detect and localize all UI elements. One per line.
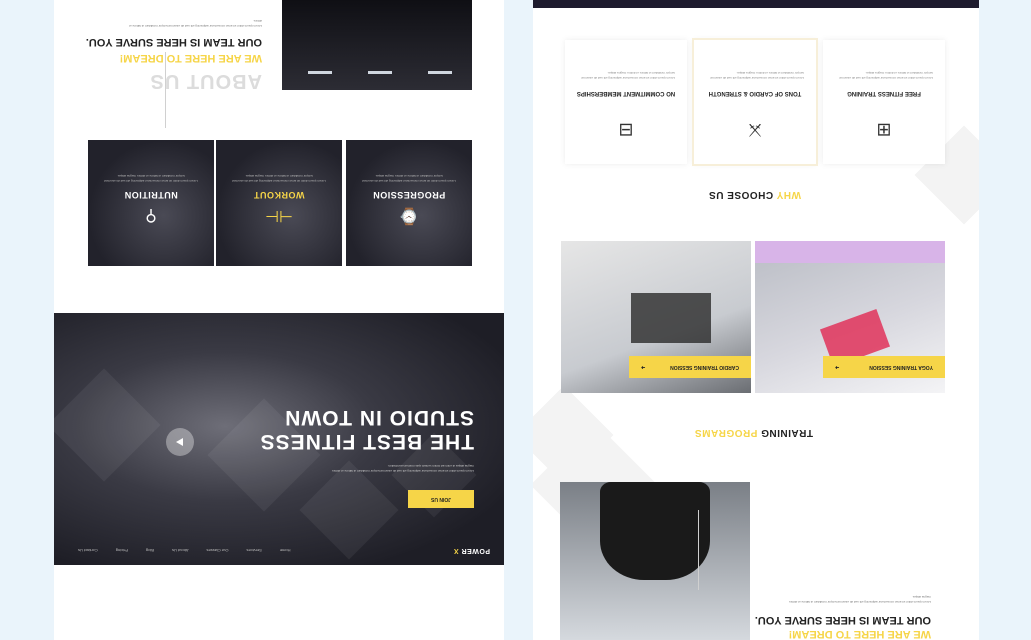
feature-title: PROGRESSION (372, 190, 446, 200)
hero-section: POWER X Home Services Our Classes About … (54, 313, 504, 565)
program-photo-detail (631, 293, 711, 343)
why-card-description: Lorem ipsum dolor sit amet consectetur a… (839, 71, 933, 80)
nav-bar: POWER X Home Services Our Classes About … (54, 537, 504, 565)
feature-card-background (88, 140, 214, 266)
logo[interactable]: POWER X (453, 548, 490, 555)
feature-title: NUTRITION (124, 190, 178, 200)
ceiling-light (428, 71, 452, 74)
nav-link-classes[interactable]: Our Classes (207, 549, 229, 554)
program-photo-detail (755, 241, 945, 263)
training-programs-heading: TRAINING PROGRAMS (694, 427, 813, 438)
nav-link-services[interactable]: Services (247, 549, 262, 554)
nav-link-about[interactable]: About Us (172, 549, 188, 554)
why-card-cardio[interactable]: ⚔ TONS OF CARDIO & STRENGTH Lorem ipsum … (692, 38, 818, 166)
feature-description: Lorem ipsum dolor sit amet consectetur a… (104, 174, 198, 184)
join-us-button[interactable]: JOIN US (408, 490, 474, 508)
about-page: ⊞ FREE FITNESS TRAINING Lorem ipsum dolo… (533, 0, 979, 640)
feature-card-workout[interactable]: ⊣⊢ WORKOUT Lorem ipsum dolor sit amet co… (216, 140, 342, 266)
feature-description: Lorem ipsum dolor sit amet consectetur a… (232, 174, 326, 184)
nav-link-home[interactable]: Home (280, 549, 291, 554)
progression-icon: ⌚ (399, 207, 419, 224)
feature-card-nutrition[interactable]: ⚲ NUTRITION Lorem ipsum dolor sit amet c… (88, 140, 214, 266)
home-page: POWER X Home Services Our Classes About … (54, 0, 504, 640)
arrow-right-icon: ➜ (835, 364, 840, 370)
nutrition-icon: ⚲ (145, 207, 157, 224)
feature-description: Lorem ipsum dolor sit amet consectetur a… (362, 174, 456, 184)
why-card-free-training[interactable]: ⊞ FREE FITNESS TRAINING Lorem ipsum dolo… (823, 40, 945, 164)
feature-card-progression[interactable]: ⌚ PROGRESSION Lorem ipsum dolor sit amet… (346, 140, 472, 266)
program-label[interactable]: CARDIO TRAINING SESSION ➜ (629, 356, 751, 378)
ceiling-light (308, 71, 332, 74)
feature-title: WORKOUT (253, 190, 305, 200)
about-title: OUR TEAM IS HERE SURVE YOU. (85, 36, 262, 48)
divider (698, 510, 699, 590)
why-card-no-commitment[interactable]: ⊟ NO COMMITMENT MEMBERSHIPS Lorem ipsum … (565, 40, 687, 164)
design-preview: POWER X Home Services Our Classes About … (0, 0, 1031, 640)
why-card-description: Lorem ipsum dolor sit amet consectetur a… (710, 71, 804, 80)
cardio-icon: ⚔ (746, 120, 764, 140)
play-icon (176, 438, 183, 446)
trainer-photo (560, 482, 750, 640)
hero-title: THE BEST FITNESS STUDIO IN TOWN (259, 405, 474, 453)
why-card-title: FREE FITNESS TRAINING (847, 90, 921, 96)
program-label[interactable]: YOGA TRAINING SESSION ➜ (823, 356, 945, 378)
gym-machine-icon: ⊟ (618, 120, 634, 140)
about-description: Lorem ipsum dolor sit amet consectetur a… (129, 19, 262, 28)
why-card-description: Lorem ipsum dolor sit amet consectetur a… (581, 71, 675, 80)
why-card-title: TONS OF CARDIO & STRENGTH (708, 90, 802, 96)
treadmill-icon: ⊞ (876, 120, 892, 140)
why-choose-us-heading: WHY CHOOSE US (708, 189, 801, 200)
nav-link-blog[interactable]: Blog (146, 549, 154, 554)
hero-description: Lorem ipsum dolor sit amet consectetur a… (331, 464, 474, 474)
why-card-title: NO COMMITMENT MEMBERSHIPS (576, 90, 676, 96)
workout-icon: ⊣⊢ (265, 207, 293, 224)
nav-link-contact[interactable]: Contact Us (78, 549, 98, 554)
bottom-description: Lorem ipsum dolor sit amet consectetur a… (788, 595, 931, 604)
about-heading-faint: ABOUT US (149, 70, 262, 92)
play-button[interactable] (166, 428, 194, 456)
bottom-subtitle: WE ARE HERE TO DREAM! (788, 628, 931, 640)
bottom-title: OUR TEAM IS HERE SURVE YOU. (754, 614, 931, 626)
about-photo (282, 0, 472, 90)
nav-link-pricing[interactable]: Pricing (116, 549, 128, 554)
top-bar (533, 0, 979, 8)
feature-card-background (216, 140, 342, 266)
ceiling-light (368, 71, 392, 74)
program-card-cardio[interactable]: CARDIO TRAINING SESSION ➜ (561, 241, 751, 393)
trainer-figure (600, 482, 710, 580)
arrow-right-icon: ➜ (641, 364, 646, 370)
feature-card-background (346, 140, 472, 266)
about-subtitle: WE ARE HERE TO DREAM! (119, 52, 262, 64)
program-card-yoga[interactable]: YOGA TRAINING SESSION ➜ (755, 241, 945, 393)
